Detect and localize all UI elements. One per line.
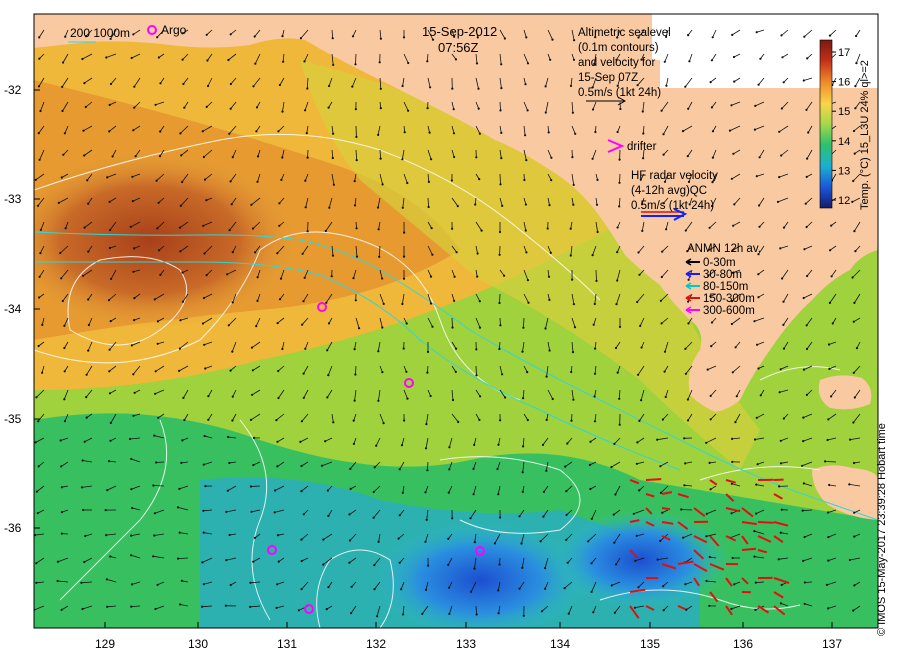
anmn-item-label: 300-600m — [703, 305, 755, 317]
colorbar-tick-label: 13 — [838, 165, 850, 177]
colorbar-tick-label: 16 — [838, 77, 850, 89]
altimetry-line-5: 0.5m/s (1kt 24h) — [578, 87, 661, 99]
map-date: 15-Sep-2012 — [422, 24, 497, 39]
land-island — [819, 375, 872, 409]
altimetry-line-4: 15-Sep 07Z — [578, 72, 638, 84]
map-figure: 129 130 131 132 133 134 135 136 137 -32 -33 -34 -35… — [0, 0, 900, 660]
drifter-label: drifter — [627, 141, 657, 153]
y-tick-label: -32 — [4, 83, 22, 97]
colorbar-tick-label: 12 — [838, 195, 850, 207]
altimetry-line-1: Altimetric sealevel — [578, 27, 671, 39]
anmn-item-label: 150-300m — [703, 293, 755, 305]
cold-eddy — [370, 520, 590, 640]
x-tick-label: 133 — [456, 637, 476, 651]
altimetry-line-2: (0.1m contours) — [578, 42, 659, 54]
warm-core — [0, 150, 300, 330]
x-tick-label: 134 — [550, 637, 570, 651]
copyright-text: © IMOS 15-May-2017 23:39:28 Hobart time — [876, 616, 896, 636]
scale-bar-label: 200 1000m — [70, 26, 130, 40]
anmn-item-label: 80-150m — [703, 281, 748, 293]
x-tick-label: 137 — [822, 637, 842, 651]
colorbar-tick-label: 14 — [838, 136, 850, 148]
sst-map: 129 130 131 132 133 134 135 136 137 -32 -33 -34 -35… — [0, 0, 900, 660]
hf-radar-line-1: HF radar velocity — [631, 170, 718, 182]
anmn-item-label: 30-80m — [703, 269, 742, 281]
argo-label: Argo — [161, 23, 187, 37]
anmn-item-label: 0-30m — [703, 257, 736, 269]
x-tick-label: 132 — [366, 637, 386, 651]
colorbar-tick-label: 15 — [838, 106, 850, 118]
x-tick-label: 130 — [188, 637, 208, 651]
colorbar-label: Temp. (°C) 15_L3U 24% ql>=2 — [859, 60, 871, 210]
y-tick-label: -35 — [4, 412, 22, 426]
hf-radar-line-3: 0.5m/s (1kt 24h) — [631, 200, 714, 212]
map-plot-area — [0, 14, 878, 640]
x-tick-label: 131 — [277, 637, 297, 651]
anmn-title: ANMN 12h av. — [687, 243, 761, 255]
colorbar-gradient — [820, 40, 832, 208]
x-tick-label: 135 — [640, 637, 660, 651]
map-time: 07:56Z — [438, 40, 479, 55]
y-tick-label: -34 — [4, 302, 22, 316]
x-tick-label: 129 — [95, 637, 115, 651]
y-tick-label: -36 — [4, 521, 22, 535]
hf-radar-line-2: (4-12h avg)QC — [631, 185, 707, 197]
colorbar-tick-label: 17 — [838, 47, 850, 59]
altimetry-line-3: and velocity for — [578, 57, 656, 69]
x-tick-label: 136 — [733, 637, 753, 651]
y-tick-label: -33 — [4, 192, 22, 206]
